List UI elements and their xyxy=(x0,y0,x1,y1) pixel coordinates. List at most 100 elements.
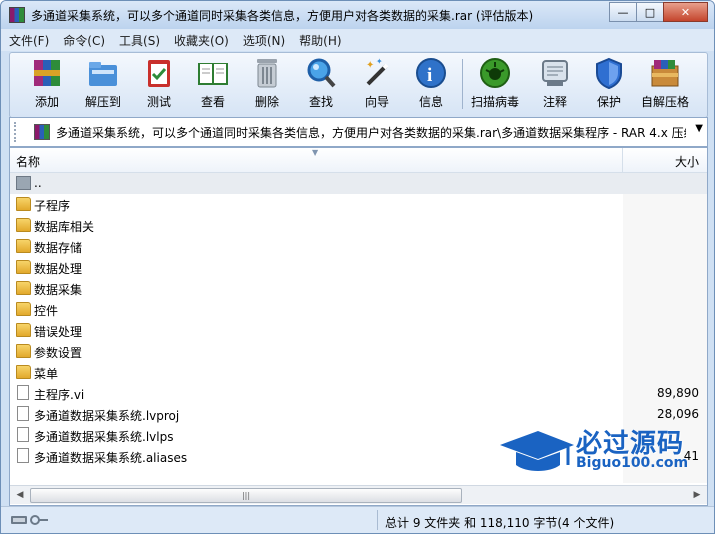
column-name-header[interactable]: 名称 xyxy=(16,153,40,170)
delete-label: 删除 xyxy=(254,95,279,109)
info-icon: i xyxy=(414,56,448,90)
list-item[interactable]: 数据存储 xyxy=(10,236,707,257)
window-controls: — □ ✕ xyxy=(609,2,708,22)
file-size: 28,096 xyxy=(657,407,699,421)
file-size: 89,890 xyxy=(657,386,699,400)
wizard-label: 向导 xyxy=(364,95,389,109)
scroll-left-icon[interactable]: ◀ xyxy=(12,487,28,503)
list-item[interactable]: 参数设置 xyxy=(10,341,707,362)
file-name: 数据采集 xyxy=(34,283,83,297)
file-name: 多通道数据采集系统.lvproj xyxy=(34,409,180,423)
menu-file[interactable]: 文件(F) xyxy=(9,32,49,49)
list-item[interactable]: 错误处理 xyxy=(10,320,707,341)
folder-icon xyxy=(16,365,31,379)
menu-tools[interactable]: 工具(S) xyxy=(119,32,160,49)
file-icon xyxy=(17,406,29,421)
view-book-icon xyxy=(196,56,230,90)
virus-scan-icon xyxy=(478,56,512,90)
window-title: 多通道采集系统，可以多个通道同时采集各类信息，方便用户对各类数据的采集.rar … xyxy=(31,9,534,23)
menu-options[interactable]: 选项(N) xyxy=(243,32,285,49)
find-label: 查找 xyxy=(308,95,333,109)
test-button[interactable]: 测试 xyxy=(132,56,186,114)
file-name: .. xyxy=(34,176,42,190)
drive-key-icon[interactable] xyxy=(11,514,49,526)
shield-icon xyxy=(592,56,626,90)
file-name: 多通道数据采集系统.aliases xyxy=(34,451,188,465)
file-name: 错误处理 xyxy=(34,325,83,339)
test-label: 测试 xyxy=(146,95,171,109)
status-summary: 总计 9 文件夹 和 118,110 字节(4 个文件) xyxy=(385,516,615,530)
toolbar: 添加 解压到 测试 查看 删除 查找 ✦ ✦ 向导 i 信息 扫描病毒 注释 保… xyxy=(9,52,708,118)
find-button[interactable]: 查找 xyxy=(294,56,348,114)
column-header: 名称 ▼ 大小 xyxy=(10,148,707,173)
list-item[interactable]: 菜单 xyxy=(10,362,707,383)
file-name: 参数设置 xyxy=(34,346,83,360)
svg-text:✦: ✦ xyxy=(366,60,374,71)
file-icon xyxy=(17,427,29,442)
chevron-down-icon[interactable]: ▼ xyxy=(695,123,703,134)
list-item[interactable]: 控件 xyxy=(10,299,707,320)
watermark: 必过源码 Biguo100.com xyxy=(498,421,708,481)
horizontal-scrollbar[interactable]: ◀ ||| ▶ xyxy=(10,485,707,504)
minimize-button[interactable]: — xyxy=(609,2,637,22)
wizard-wand-icon: ✦ ✦ xyxy=(360,56,394,90)
watermark-url: Biguo100.com xyxy=(576,455,689,471)
sort-arrow-icon: ▼ xyxy=(312,148,319,157)
extract-to-button[interactable]: 解压到 xyxy=(76,56,130,114)
file-name: 主程序.vi xyxy=(34,388,85,402)
status-bar: 总计 9 文件夹 和 118,110 字节(4 个文件) xyxy=(1,506,714,533)
add-label: 添加 xyxy=(34,95,59,109)
file-name: 数据库相关 xyxy=(34,220,95,234)
app-window: 多通道采集系统，可以多个通道同时采集各类信息，方便用户对各类数据的采集.rar … xyxy=(0,0,715,534)
parent-folder-icon xyxy=(16,176,31,190)
list-item[interactable]: 主程序.vi 89,890 xyxy=(10,383,707,404)
address-path[interactable]: 多通道采集系统，可以多个通道同时采集各类信息，方便用户对各类数据的采集.rar\… xyxy=(56,124,686,141)
wizard-button[interactable]: ✦ ✦ 向导 xyxy=(350,56,404,114)
maximize-button[interactable]: □ xyxy=(636,2,664,22)
info-button[interactable]: i 信息 xyxy=(404,56,458,114)
column-size-header[interactable]: 大小 xyxy=(675,153,699,170)
file-name: 数据处理 xyxy=(34,262,83,276)
folder-icon xyxy=(16,197,31,211)
list-item[interactable]: 数据库相关 xyxy=(10,215,707,236)
column-divider[interactable] xyxy=(622,148,623,172)
protect-button[interactable]: 保护 xyxy=(582,56,636,114)
address-bar[interactable]: 多通道采集系统，可以多个通道同时采集各类信息，方便用户对各类数据的采集.rar\… xyxy=(9,117,708,147)
file-name: 菜单 xyxy=(34,367,59,381)
delete-button[interactable]: 删除 xyxy=(240,56,294,114)
view-label: 查看 xyxy=(200,95,225,109)
trash-icon xyxy=(250,56,284,90)
file-name: 控件 xyxy=(34,304,59,318)
archive-icon xyxy=(34,124,50,140)
magnifier-icon xyxy=(304,56,338,90)
comment-button[interactable]: 注释 xyxy=(528,56,582,114)
folder-icon xyxy=(16,281,31,295)
add-archive-icon xyxy=(30,56,64,90)
comment-icon xyxy=(538,56,572,90)
list-item[interactable]: 数据采集 xyxy=(10,278,707,299)
toolbar-separator xyxy=(462,59,463,109)
view-button[interactable]: 查看 xyxy=(186,56,240,114)
scroll-thumb[interactable]: ||| xyxy=(30,488,462,503)
winrar-app-icon[interactable] xyxy=(9,7,25,23)
folder-icon xyxy=(16,323,31,337)
virus-scan-label: 扫描病毒 xyxy=(470,95,519,109)
list-item[interactable]: 子程序 xyxy=(10,194,707,215)
list-item[interactable]: .. xyxy=(10,173,707,194)
scroll-right-icon[interactable]: ▶ xyxy=(689,487,705,503)
folder-icon xyxy=(16,218,31,232)
svg-text:✦: ✦ xyxy=(376,57,383,66)
title-bar[interactable]: 多通道采集系统，可以多个通道同时采集各类信息，方便用户对各类数据的采集.rar … xyxy=(1,1,714,29)
add-button[interactable]: 添加 xyxy=(20,56,74,114)
file-name: 数据存储 xyxy=(34,241,83,255)
folder-icon xyxy=(16,344,31,358)
menu-favorites[interactable]: 收藏夹(O) xyxy=(174,32,229,49)
menu-help[interactable]: 帮助(H) xyxy=(299,32,341,49)
close-button[interactable]: ✕ xyxy=(663,2,708,22)
menu-commands[interactable]: 命令(C) xyxy=(63,32,105,49)
list-item[interactable]: 数据处理 xyxy=(10,257,707,278)
extract-to-label: 解压到 xyxy=(84,95,121,109)
sfx-button[interactable]: 自解压格 xyxy=(638,56,692,114)
virus-scan-button[interactable]: 扫描病毒 xyxy=(468,56,522,114)
sfx-label: 自解压格 xyxy=(640,95,689,109)
